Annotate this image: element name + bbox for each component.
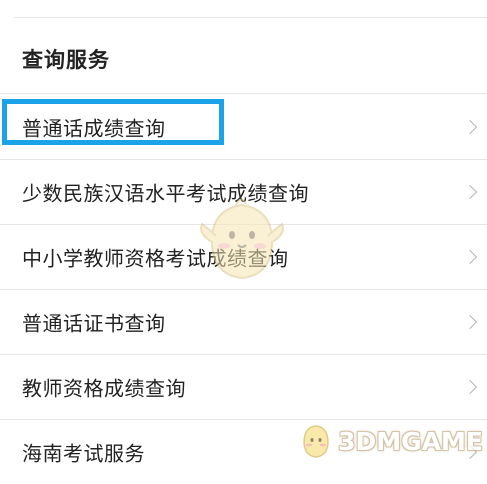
- list-item-teacher-qualification-score[interactable]: 教师资格成绩查询: [0, 354, 487, 419]
- list-item-label: 教师资格成绩查询: [22, 376, 186, 401]
- chevron-right-icon: [462, 379, 478, 395]
- mascot-icon: [200, 198, 284, 280]
- chevron-right-icon: [462, 249, 478, 265]
- chevron-right-icon: [462, 184, 478, 200]
- watermark-text: 3DMGAME: [338, 426, 483, 456]
- list-item-label: 海南考试服务: [22, 441, 145, 466]
- mascot-icon: [303, 425, 329, 458]
- list-item-label: 普通话成绩查询: [22, 116, 166, 140]
- watermark: 3DMGAME: [296, 421, 483, 461]
- chevron-right-icon: [462, 119, 478, 134]
- list-item-putonghua-score[interactable]: 普通话成绩查询: [0, 93, 487, 159]
- list-item-putonghua-certificate[interactable]: 普通话证书查询: [0, 289, 487, 354]
- list-item-label: 普通话证书查询: [22, 311, 166, 336]
- top-divider: [14, 17, 487, 18]
- chevron-right-icon: [462, 314, 478, 330]
- section-title: 查询服务: [22, 48, 110, 72]
